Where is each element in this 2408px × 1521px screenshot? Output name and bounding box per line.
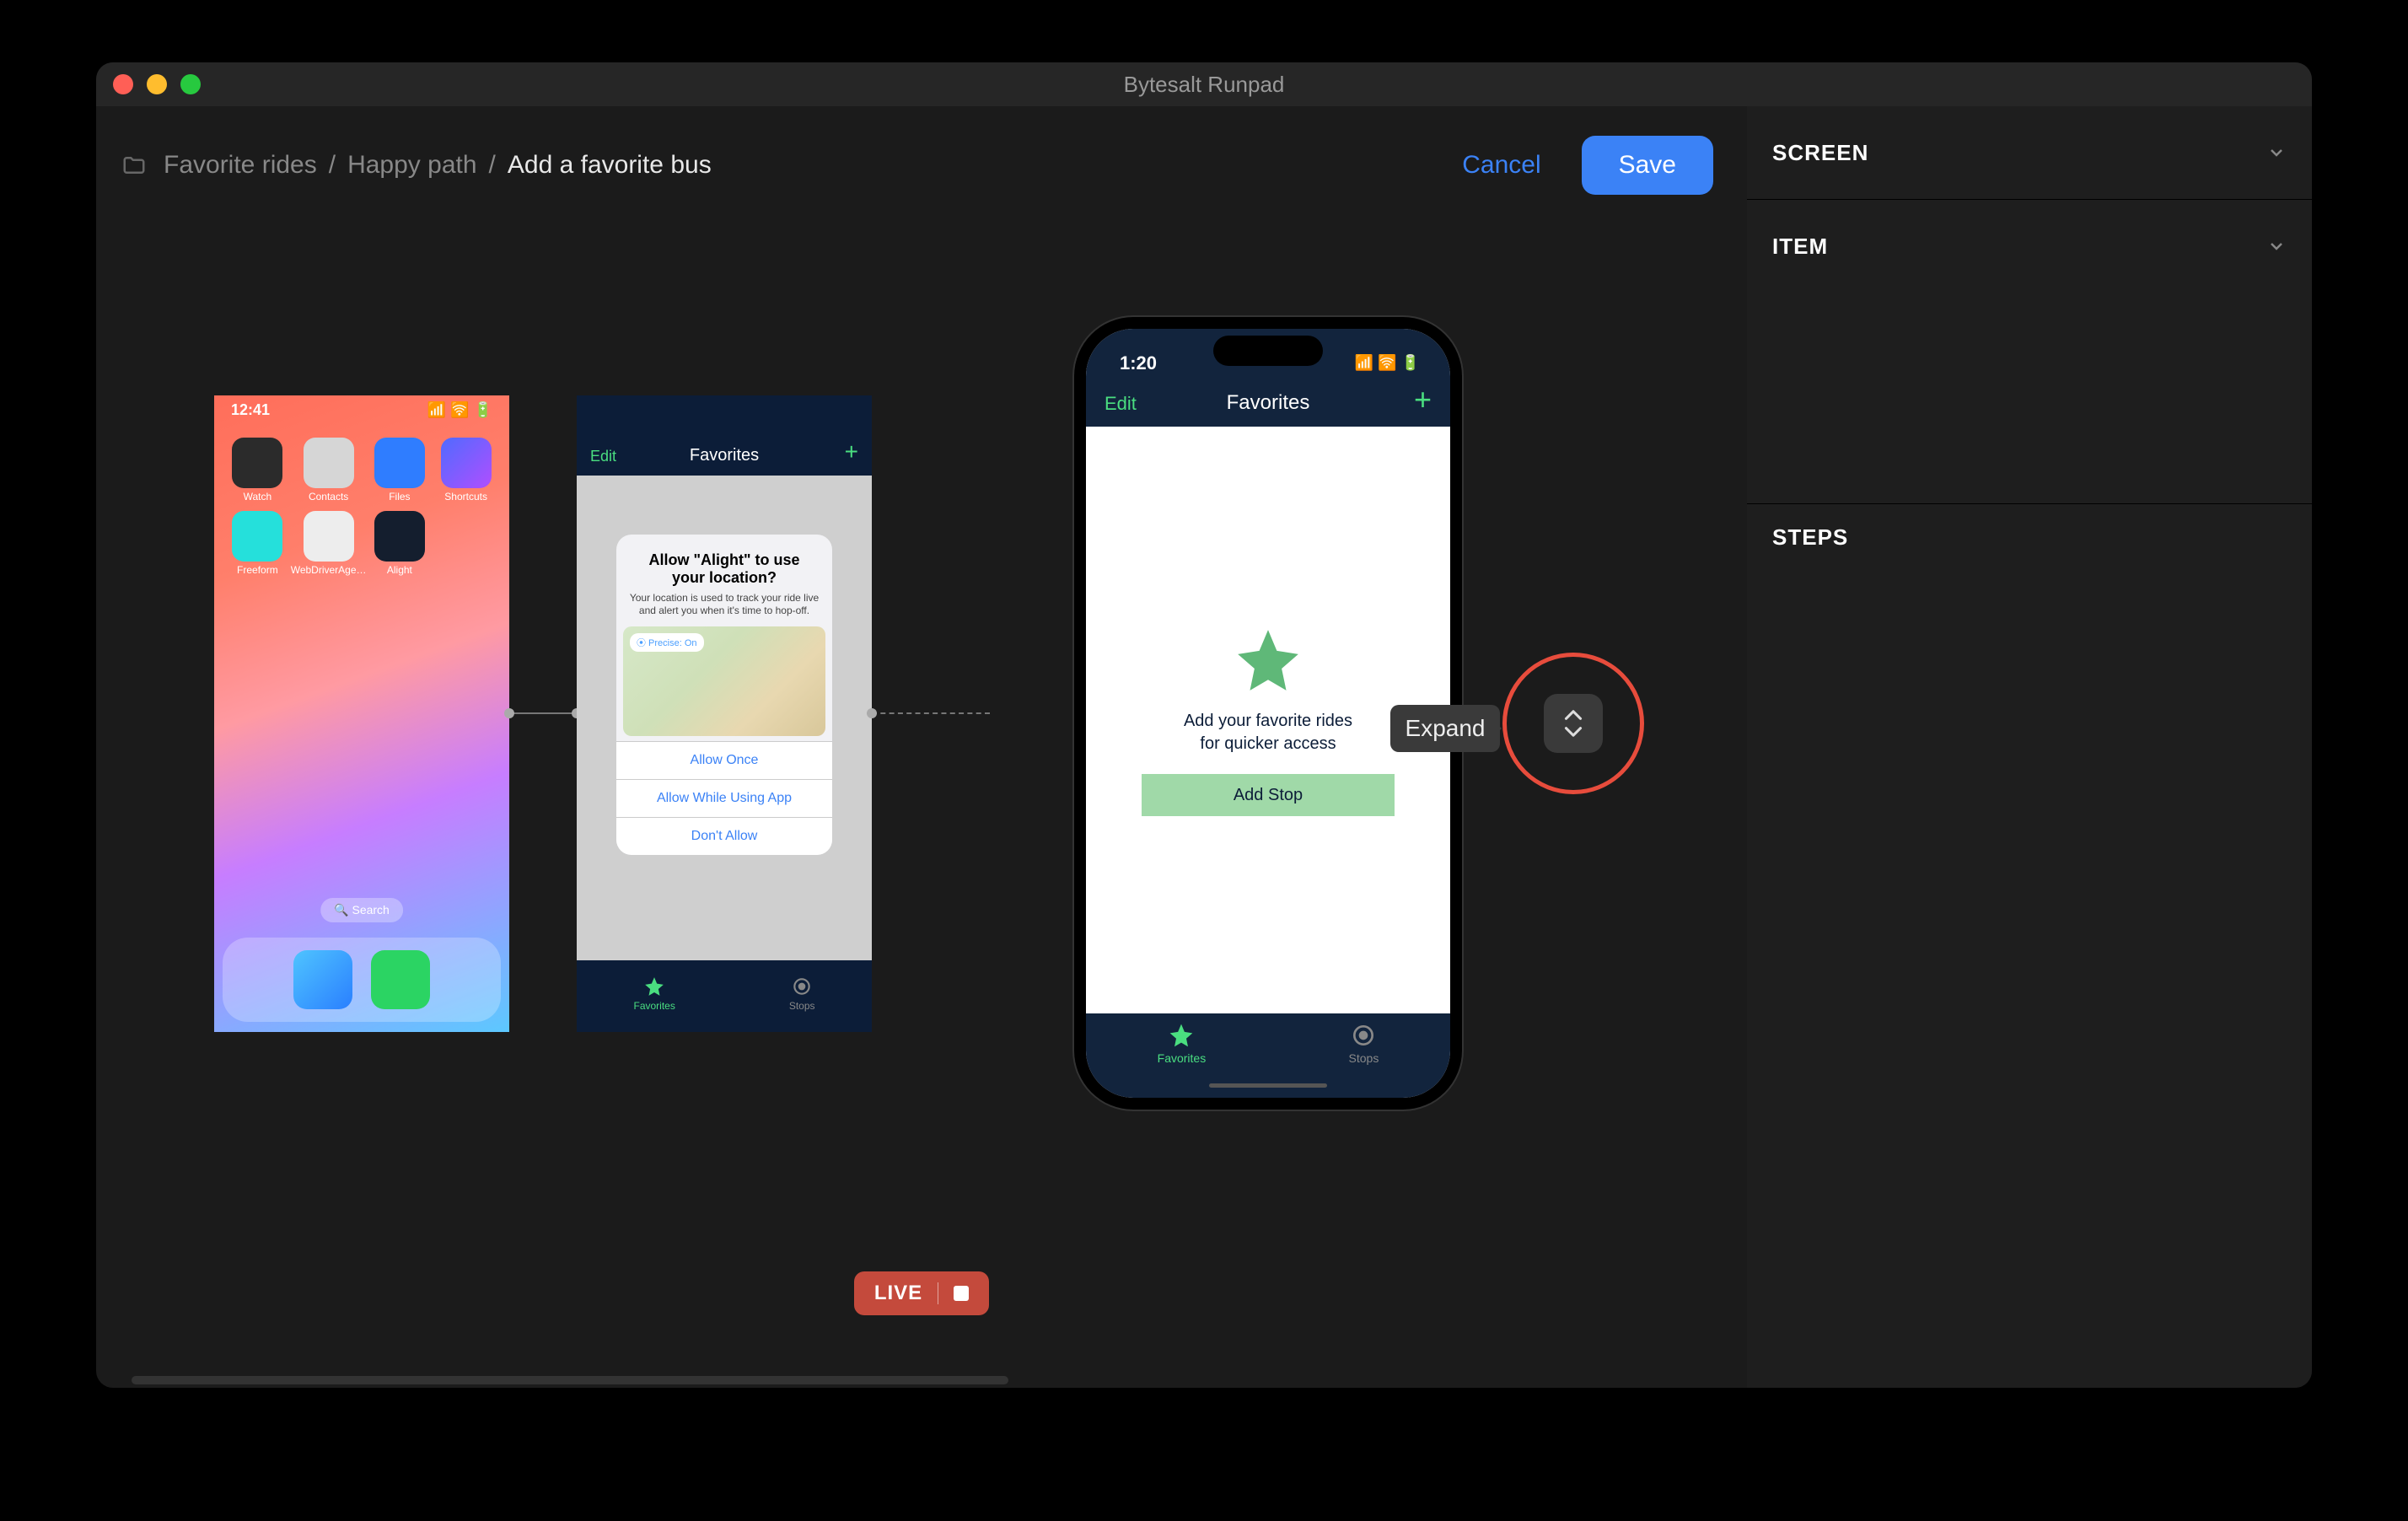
star-icon xyxy=(1168,1022,1195,1049)
alert-option: Allow Once xyxy=(616,741,832,779)
nav-title: Favorites xyxy=(1227,391,1310,415)
alert-map: ⦿ Precise: On xyxy=(623,626,825,736)
tab-stops: Stops xyxy=(1349,1022,1379,1065)
app-icon xyxy=(441,438,492,488)
chevron-up-down-icon xyxy=(1559,706,1588,741)
chevron-down-icon xyxy=(2266,142,2287,163)
live-label: LIVE xyxy=(874,1282,922,1305)
nav-title: Favorites xyxy=(690,446,759,465)
status-time: 1:20 xyxy=(1120,352,1157,374)
save-button[interactable]: Save xyxy=(1582,136,1713,195)
notch xyxy=(1213,336,1323,366)
canvas-area: Favorite rides / Happy path / Add a favo… xyxy=(96,106,1747,1388)
star-icon xyxy=(1232,624,1304,696)
window-body: Favorite rides / Happy path / Add a favo… xyxy=(96,106,2312,1388)
chevron-down-icon xyxy=(2266,236,2287,256)
home-search: 🔍 Search xyxy=(320,898,403,922)
alert-title: Allow "Alight" to use your location? xyxy=(616,535,832,589)
section-label: ITEM xyxy=(1772,234,1828,260)
titlebar: Bytesalt Runpad xyxy=(96,62,2312,106)
app-icon xyxy=(374,438,425,488)
section-screen[interactable]: SCREEN xyxy=(1747,106,2312,200)
app-icon xyxy=(232,511,282,562)
horizontal-scrollbar[interactable] xyxy=(132,1376,1008,1384)
breadcrumb-item[interactable]: Happy path xyxy=(347,151,476,180)
folder-icon xyxy=(121,153,147,178)
alert-subtitle: Your location is used to track your ride… xyxy=(616,589,832,626)
circle-icon xyxy=(1350,1022,1377,1049)
canvas-main[interactable]: 12:41 📶 🛜 🔋 Watch Contacts Files Shortcu… xyxy=(121,199,1722,1388)
close-window-button[interactable] xyxy=(113,74,133,94)
breadcrumb-item-current: Add a favorite bus xyxy=(508,151,712,180)
tab-favorites: Favorites xyxy=(1158,1022,1207,1065)
edit-button: Edit xyxy=(1105,393,1137,415)
safari-icon xyxy=(293,950,352,1009)
home-icons: Watch Contacts Files Shortcuts Freeform … xyxy=(214,438,509,576)
tab-favorites: Favorites xyxy=(633,975,675,1012)
status-icons: 📶 🛜 🔋 xyxy=(427,401,492,419)
section-item[interactable]: ITEM xyxy=(1747,200,2312,504)
nav-bar: Edit Favorites + xyxy=(577,395,872,476)
highlight-circle xyxy=(1502,653,1644,794)
stop-icon[interactable] xyxy=(954,1286,969,1301)
breadcrumb-item[interactable]: Favorite rides xyxy=(164,151,317,180)
connector xyxy=(509,712,577,714)
expand-tooltip: Expand xyxy=(1390,705,1500,752)
live-badge[interactable]: LIVE xyxy=(854,1271,989,1315)
app-icon xyxy=(304,511,354,562)
minimize-window-button[interactable] xyxy=(147,74,167,94)
section-label: STEPS xyxy=(1772,524,1848,551)
breadcrumb-sep: / xyxy=(489,151,496,180)
home-indicator xyxy=(1209,1083,1327,1088)
circle-icon xyxy=(791,975,813,997)
section-steps[interactable]: STEPS xyxy=(1747,504,2312,570)
traffic-lights xyxy=(113,74,201,94)
app-window: Bytesalt Runpad Favorite rides / Happy p… xyxy=(96,62,2312,1388)
messages-icon xyxy=(371,950,430,1009)
tab-stops: Stops xyxy=(789,975,815,1012)
app-icon xyxy=(232,438,282,488)
step-screenshot-permission[interactable]: 12:42 📶 🛜 🔋 Edit Favorites + Allow "Alig… xyxy=(577,395,872,1032)
app-icon xyxy=(374,511,425,562)
star-icon xyxy=(643,975,665,997)
status-time: 12:41 xyxy=(231,401,270,419)
status-bar: 12:41 📶 🛜 🔋 xyxy=(214,395,509,426)
expand-button[interactable] xyxy=(1544,694,1603,753)
location-alert: Allow "Alight" to use your location? You… xyxy=(616,535,832,855)
breadcrumb-sep: / xyxy=(329,151,336,180)
tab-bar: Favorites Stops xyxy=(1086,1013,1450,1098)
alert-option: Don't Allow xyxy=(616,817,832,855)
add-button: + xyxy=(1414,384,1432,415)
fullscreen-window-button[interactable] xyxy=(180,74,201,94)
edit-button: Edit xyxy=(590,448,616,465)
connector-dashed xyxy=(872,712,990,714)
section-label: SCREEN xyxy=(1772,140,1868,166)
breadcrumb: Favorite rides / Happy path / Add a favo… xyxy=(121,151,712,180)
add-button: + xyxy=(845,438,858,465)
app-title: Bytesalt Runpad xyxy=(1124,72,1285,98)
inspector-sidebar: SCREEN ITEM STEPS xyxy=(1747,106,2312,1388)
app-icon xyxy=(304,438,354,488)
add-stop-button: Add Stop xyxy=(1142,774,1395,816)
status-icons: 📶 🛜 🔋 xyxy=(1355,354,1420,372)
canvas-header: Favorite rides / Happy path / Add a favo… xyxy=(121,132,1722,199)
step-screenshot-home[interactable]: 12:41 📶 🛜 🔋 Watch Contacts Files Shortcu… xyxy=(214,395,509,1032)
tab-bar: Favorites Stops xyxy=(577,960,872,1032)
dock xyxy=(223,938,501,1022)
alert-option: Allow While Using App xyxy=(616,779,832,817)
empty-text: Add your favorite rides for quicker acce… xyxy=(1184,710,1352,755)
precise-badge: ⦿ Precise: On xyxy=(630,633,704,652)
cancel-button[interactable]: Cancel xyxy=(1438,139,1564,191)
